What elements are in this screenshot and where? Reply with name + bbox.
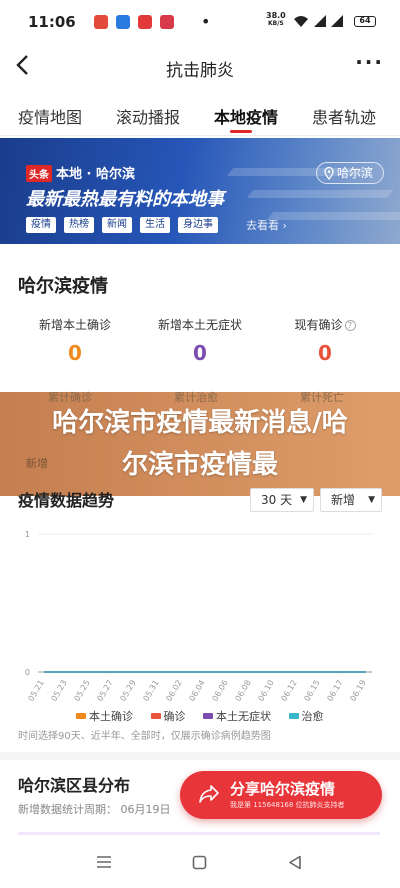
share-label: 分享哈尔滨疫情: [230, 780, 336, 798]
x-tick-label: 06.19: [348, 679, 367, 703]
screen: 11:06 • 38.0 KB/S 64 抗击肺炎 ··· 疫情地图 滚动播报 …: [0, 0, 400, 888]
legend-item[interactable]: 治愈: [288, 710, 324, 723]
tab-patient-tracks[interactable]: 患者轨迹: [312, 104, 376, 128]
active-tab-indicator: [230, 130, 252, 133]
stat-new-local-confirmed: 新增本土确诊 0: [10, 316, 140, 365]
banner-chip[interactable]: 生活: [140, 217, 170, 233]
menu-icon[interactable]: [96, 855, 112, 869]
chart-note: 时间选择90天、近半年、全部时，仅展示确诊病例趋势图: [18, 731, 271, 742]
local-news-banner[interactable]: 头条 本地 · 哈尔滨 最新最热最有料的本地事 疫情 热榜 新闻 生活 身边事 …: [0, 138, 400, 244]
y-tick-label: 0: [25, 668, 30, 677]
x-tick-label: 06.17: [325, 679, 344, 703]
x-tick-label: 06.02: [164, 679, 183, 703]
x-tick-label: 05.25: [72, 679, 91, 703]
x-tick-label: 05.23: [49, 679, 68, 703]
stat-value: 0: [318, 341, 332, 365]
tab-epidemic-map[interactable]: 疫情地图: [18, 104, 82, 128]
app-icon-c: [138, 15, 152, 29]
y-tick-label: 1: [25, 530, 30, 539]
stat-value: 0: [68, 341, 82, 365]
x-tick-label: 06.06: [210, 679, 229, 703]
banner-more-link[interactable]: 去看看 ›: [246, 217, 287, 233]
system-nav-bar: [0, 838, 400, 888]
app-icon-d: [160, 15, 174, 29]
banner-brand: 本地 · 哈尔滨: [56, 167, 135, 182]
legend-item[interactable]: 本土无症状: [203, 710, 271, 723]
stat-current-confirmed: 现有确诊? 0: [260, 316, 390, 365]
banner-chip[interactable]: 疫情: [26, 217, 56, 233]
caret-down-icon: ▼: [300, 495, 307, 505]
share-button[interactable]: 分享哈尔滨疫情 我是第 115648168 位抗肺炎支持者: [180, 771, 382, 819]
tab-rolling-news[interactable]: 滚动播报: [116, 104, 180, 128]
x-tick-label: 05.21: [26, 679, 45, 703]
banner-chip[interactable]: 身边事: [178, 217, 218, 233]
x-tick-label: 06.15: [302, 679, 321, 703]
x-tick-label: 05.31: [141, 679, 160, 703]
stat-value: 0: [193, 341, 207, 365]
stat-new-local-asymptomatic: 新增本土无症状 0: [135, 316, 265, 365]
x-tick-label: 06.08: [233, 679, 252, 703]
app-icon-a: [94, 15, 108, 29]
toutiao-logo: 头条: [26, 165, 52, 182]
tab-bar: 疫情地图 滚动播报 本地疫情 患者轨迹: [0, 90, 400, 136]
trend-title: 疫情数据趋势: [18, 491, 115, 510]
signal-icon: [314, 15, 326, 27]
app-icon-b: [116, 15, 130, 29]
status-bar: 11:06 • 38.0 KB/S 64: [0, 0, 400, 42]
chart-legend: 本土确诊 确诊 本土无症状 治愈: [76, 708, 324, 724]
section-divider: [0, 752, 400, 760]
x-tick-label: 06.12: [279, 679, 298, 703]
info-icon[interactable]: ?: [344, 320, 356, 331]
type-select[interactable]: 新增 ▼: [320, 488, 382, 512]
home-square-icon[interactable]: [192, 855, 207, 870]
x-tick-label: 06.10: [256, 679, 275, 703]
app-header: 抗击肺炎 ···: [0, 42, 400, 90]
network-speed: 38.0 KB/S: [266, 11, 286, 28]
back-triangle-icon[interactable]: [288, 855, 302, 870]
page-title: 抗击肺炎: [166, 61, 234, 81]
share-sub: 我是第 115648168 位抗肺炎支持者: [230, 801, 345, 809]
banner-slogan: 最新最热最有料的本地事: [26, 189, 224, 210]
legend-item[interactable]: 确诊: [150, 710, 186, 723]
share-icon: [199, 785, 219, 803]
district-title: 哈尔滨区县分布: [18, 776, 131, 795]
x-tick-label: 06.04: [187, 679, 206, 703]
banner-chip[interactable]: 热榜: [64, 217, 94, 233]
wifi-icon: [294, 16, 308, 27]
battery-icon: 64: [354, 16, 376, 27]
overlay-headline: 哈尔滨市疫情最新消息/哈尔滨市疫情最: [52, 408, 348, 480]
stats-title: 哈尔滨疫情: [18, 276, 108, 297]
notification-dot: •: [201, 12, 211, 31]
x-tick-label: 05.29: [118, 679, 137, 703]
range-select[interactable]: 30 天 ▼: [250, 488, 314, 512]
trend-chart: 0105.21 05.23 05.25 05.27 05.29 05.31 06.02 06.…: [25, 530, 372, 703]
status-time: 11:06: [28, 13, 76, 31]
district-bar-preview: [18, 832, 380, 835]
tab-local-epidemic[interactable]: 本地疫情: [214, 104, 278, 128]
district-subtitle: 新增数据统计周期： 06月19日: [18, 803, 171, 816]
x-tick-label: 05.27: [95, 679, 114, 703]
location-pin-icon: [324, 167, 334, 180]
caret-down-icon: ▼: [368, 495, 375, 505]
signal-icon-2: [331, 15, 343, 27]
more-dots-icon[interactable]: ···: [355, 50, 384, 74]
legend-item[interactable]: 本土确诊: [76, 710, 133, 723]
banner-chip[interactable]: 新闻: [102, 217, 132, 233]
